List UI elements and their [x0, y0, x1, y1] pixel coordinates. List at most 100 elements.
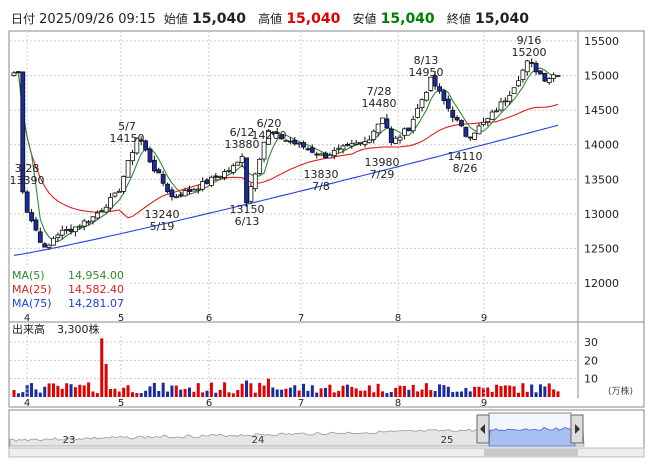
- volume-bar: [139, 393, 143, 397]
- candle-body: [406, 127, 412, 132]
- candle-body: [345, 144, 350, 146]
- candle-body: [296, 142, 302, 145]
- volume-bar: [69, 384, 73, 397]
- volume-month-tick-label: 4: [24, 398, 30, 409]
- candle-body: [538, 70, 543, 75]
- candle-body: [125, 160, 131, 178]
- candle-body: [362, 141, 368, 145]
- candle-body: [366, 139, 372, 143]
- volume-bar: [95, 393, 99, 397]
- price-tick-label: 12500: [584, 242, 619, 255]
- candle-body: [463, 126, 469, 137]
- month-tick-label: 6: [206, 313, 212, 324]
- candle-body: [59, 229, 65, 236]
- volume-bar: [87, 382, 91, 397]
- volume-bar: [60, 388, 64, 397]
- ma25-line: [13, 72, 559, 219]
- volume-bar: [65, 383, 69, 397]
- candle-body: [511, 87, 517, 94]
- candle-body: [498, 101, 504, 111]
- volume-bar: [473, 386, 477, 397]
- ma75-label: MA(75): [12, 297, 52, 310]
- volume-bar: [530, 384, 534, 397]
- candle-body: [371, 130, 377, 140]
- candle-body: [402, 128, 407, 136]
- volume-bar: [51, 383, 55, 397]
- candle-body: [437, 86, 442, 92]
- candle-body: [15, 71, 21, 74]
- annotation-value: 14150: [110, 132, 145, 145]
- volume-bar: [223, 382, 227, 397]
- candle-body: [353, 142, 359, 145]
- month-tick-label: 9: [481, 313, 487, 324]
- candle-body: [248, 186, 254, 202]
- ma5-label: MA(5): [12, 269, 45, 282]
- volume-unit: (万株): [608, 385, 633, 397]
- range-navigator[interactable]: 23 24 25: [9, 412, 585, 447]
- volume-bar: [25, 385, 29, 397]
- volume-bar: [381, 391, 385, 397]
- volume-bar: [459, 391, 463, 397]
- candle-body: [542, 72, 548, 82]
- candle-body: [204, 179, 210, 184]
- price-axis: 15500 15000 14500 14000 13500 13000 12500 12000: [584, 35, 619, 290]
- volume-bar: [508, 385, 512, 397]
- candle-body: [200, 181, 206, 190]
- candle-body: [472, 132, 478, 140]
- annotation-date: 7/8: [312, 180, 330, 193]
- volume-bar: [183, 389, 187, 397]
- candle-body: [314, 153, 320, 156]
- volume-bar: [236, 389, 240, 397]
- annotation-date: 5/19: [150, 220, 175, 233]
- month-tick-label: 5: [118, 313, 124, 324]
- volume-bar: [161, 382, 165, 397]
- volume-bar: [245, 380, 249, 397]
- candle-body: [160, 174, 166, 184]
- candle-body: [182, 190, 188, 197]
- volume-bar: [179, 389, 183, 397]
- annotation-value: 13390: [10, 174, 45, 187]
- volume-bar: [525, 391, 529, 397]
- candle-body: [423, 91, 429, 101]
- ma25-series: [13, 72, 559, 219]
- candle-body: [42, 243, 48, 248]
- volume-bar: [495, 384, 499, 397]
- candle-body: [195, 188, 201, 191]
- volume-bar: [433, 391, 437, 397]
- candle-body: [309, 147, 315, 153]
- volume-bar: [512, 386, 516, 397]
- volume-bar: [196, 383, 200, 397]
- navigator-scrollbar-thumb[interactable]: [484, 449, 578, 456]
- volume-bar: [359, 390, 363, 397]
- volume-axis: 30 20 10: [584, 336, 598, 386]
- navigator-year-label: 24: [252, 435, 265, 446]
- volume-bar: [547, 383, 551, 397]
- volume-bar: [12, 390, 16, 397]
- candle-body: [358, 141, 363, 144]
- volume-bar: [280, 389, 284, 397]
- candle-body: [388, 128, 394, 143]
- volume-bar: [201, 392, 205, 397]
- candle-body: [349, 143, 355, 147]
- volume-bar: [293, 385, 297, 397]
- volume-bar: [319, 388, 323, 397]
- volume-bar: [416, 391, 420, 397]
- candle-body: [489, 111, 495, 120]
- candle-body: [64, 229, 70, 231]
- candle-body: [99, 210, 105, 213]
- candle-body: [37, 231, 43, 243]
- candle-body: [327, 154, 333, 159]
- annotation-date: 6/13: [235, 215, 260, 228]
- candle-body: [331, 150, 337, 156]
- candle-body: [51, 237, 56, 246]
- volume-bar: [122, 387, 126, 397]
- candle-body: [555, 75, 561, 77]
- candle-body: [252, 173, 258, 189]
- volume-bar: [218, 389, 222, 397]
- candle-body: [73, 226, 78, 233]
- candle-body: [476, 125, 482, 135]
- annotation-value: 14480: [362, 97, 397, 110]
- price-tick-label: 14500: [584, 104, 619, 117]
- volume-bar: [21, 392, 25, 397]
- volume-bar: [266, 378, 270, 397]
